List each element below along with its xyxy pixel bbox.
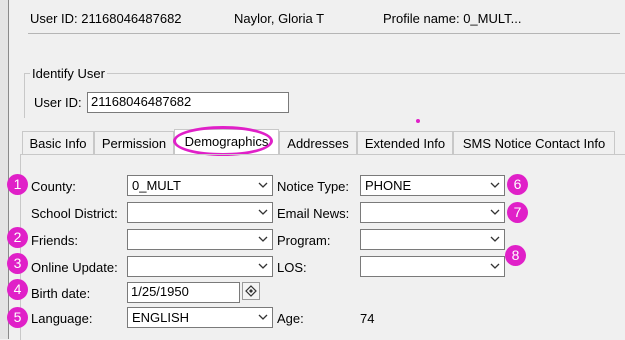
annotation-badge-8: 8 <box>505 245 526 266</box>
calendar-picker-icon <box>245 285 257 297</box>
header-user-id: User ID: 21168046487682 <box>30 11 182 26</box>
identify-user-id-label: User ID: <box>34 95 82 110</box>
annotation-badge-5: 5 <box>7 307 28 328</box>
tab-sms-notice-contact-info[interactable]: SMS Notice Contact Info <box>453 131 615 154</box>
language-value: ENGLISH <box>132 310 190 325</box>
calendar-button[interactable] <box>242 282 260 300</box>
los-label: LOS: <box>277 260 307 275</box>
school-district-label: School District: <box>31 206 118 221</box>
language-select[interactable]: ENGLISH <box>127 307 273 328</box>
school-district-select[interactable] <box>127 202 273 223</box>
online-update-label: Online Update: <box>31 260 118 275</box>
chevron-down-icon <box>258 314 268 320</box>
notice-type-select[interactable]: PHONE <box>360 175 505 196</box>
county-select[interactable]: 0_MULT <box>127 175 273 196</box>
chevron-down-icon <box>258 263 268 269</box>
email-news-label: Email News: <box>277 206 350 221</box>
annotation-badge-6: 6 <box>507 174 528 195</box>
chevron-down-icon <box>490 209 500 215</box>
annotation-dot <box>416 119 420 123</box>
header-profile-name: Profile name: 0_MULT... <box>383 11 522 26</box>
tab-basic-info[interactable]: Basic Info <box>22 131 94 154</box>
annotation-badge-7: 7 <box>507 202 528 223</box>
notice-type-value: PHONE <box>365 178 412 193</box>
chevron-down-icon <box>490 182 500 188</box>
online-update-select[interactable] <box>127 256 273 277</box>
header-user-name: Naylor, Gloria T <box>234 11 325 26</box>
county-label: County: <box>31 179 76 194</box>
annotation-highlight-ring <box>173 126 273 156</box>
friends-label: Friends: <box>31 233 78 248</box>
age-label: Age: <box>277 311 304 326</box>
annotation-badge-3: 3 <box>7 253 28 274</box>
annotation-badge-1: 1 <box>7 174 28 195</box>
birth-date-input[interactable]: 1/25/1950 <box>127 282 240 303</box>
chevron-down-icon <box>490 236 500 242</box>
identify-user-id-input[interactable]: 21168046487682 <box>87 92 289 113</box>
header-divider <box>28 33 620 34</box>
birth-date-label: Birth date: <box>31 286 91 301</box>
tab-extended-info[interactable]: Extended Info <box>357 131 453 154</box>
chevron-down-icon <box>258 182 268 188</box>
program-label: Program: <box>277 233 331 248</box>
identify-user-legend: Identify User <box>30 66 107 81</box>
los-select[interactable] <box>360 256 505 277</box>
annotation-badge-4: 4 <box>7 279 28 300</box>
county-value: 0_MULT <box>132 178 181 193</box>
annotation-badge-2: 2 <box>7 227 28 248</box>
friends-select[interactable] <box>127 229 273 250</box>
notice-type-label: Notice Type: <box>277 179 350 194</box>
language-label: Language: <box>31 311 93 326</box>
chevron-down-icon <box>258 209 268 215</box>
tab-permission[interactable]: Permission <box>94 131 174 154</box>
tab-addresses[interactable]: Addresses <box>279 131 357 154</box>
program-select[interactable] <box>360 229 505 250</box>
chevron-down-icon <box>258 236 268 242</box>
tab-strip: Basic Info Permission Demographics Addre… <box>22 129 625 155</box>
chevron-down-icon <box>490 263 500 269</box>
email-news-select[interactable] <box>360 202 505 223</box>
age-value: 74 <box>360 311 375 326</box>
